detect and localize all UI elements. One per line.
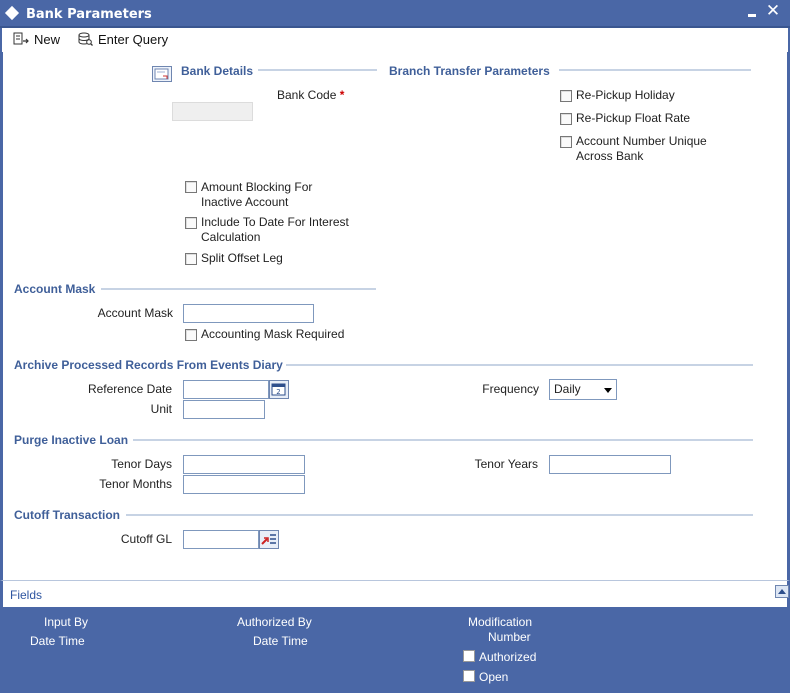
chevron-down-icon bbox=[604, 388, 612, 393]
tenor-days-label: Tenor Days bbox=[111, 457, 172, 471]
new-button-label: New bbox=[34, 31, 61, 47]
authorized-date-time-label: Date Time bbox=[253, 634, 308, 648]
cutoff-gl-label: Cutoff GL bbox=[120, 532, 172, 546]
required-marker: * bbox=[339, 88, 345, 102]
cutoff-transaction-title: Cutoff Transaction bbox=[14, 508, 121, 522]
tenor-months-input[interactable] bbox=[183, 475, 305, 494]
input-by-label: Input By bbox=[44, 615, 89, 629]
re-pickup-float-rate-label: Re-Pickup Float Rate bbox=[576, 111, 691, 125]
tenor-months-label: Tenor Months bbox=[99, 477, 172, 491]
toolbar: New Enter Query bbox=[0, 28, 790, 52]
frequency-label: Frequency bbox=[482, 382, 539, 396]
re-pickup-holiday-label: Re-Pickup Holiday bbox=[576, 88, 675, 102]
account-number-unique-label: Account Number Unique Across Bank bbox=[576, 134, 707, 163]
split-offset-leg-checkbox[interactable] bbox=[185, 253, 197, 265]
authorized-checkbox[interactable] bbox=[463, 650, 475, 662]
new-button[interactable]: New bbox=[13, 30, 60, 48]
close-button[interactable]: ✕ bbox=[765, 2, 781, 20]
collapse-up-icon[interactable] bbox=[775, 585, 789, 598]
input-date-time-label: Date Time bbox=[30, 634, 85, 648]
list-of-values-icon bbox=[261, 534, 276, 545]
audit-panel: Input By Date Time Authorized By Date Ti… bbox=[0, 607, 790, 693]
enter-query-label: Enter Query bbox=[98, 31, 169, 47]
authorized-by-label: Authorized By bbox=[237, 615, 312, 629]
bank-code-label: Bank Code * bbox=[277, 88, 345, 102]
frequency-selected-value: Daily bbox=[554, 382, 581, 396]
split-offset-leg-label: Split Offset Leg bbox=[201, 251, 283, 265]
account-mask-title: Account Mask bbox=[14, 282, 96, 296]
account-mask-input[interactable] bbox=[183, 304, 314, 323]
unit-label: Unit bbox=[150, 402, 172, 416]
accounting-mask-required-label: Accounting Mask Required bbox=[201, 327, 345, 341]
svg-text:2: 2 bbox=[276, 388, 280, 396]
authorized-label: Authorized bbox=[479, 650, 537, 664]
reference-date-input[interactable] bbox=[183, 380, 269, 399]
window-title-bar: Bank Parameters ✕ bbox=[0, 0, 790, 28]
account-number-unique-checkbox[interactable] bbox=[560, 136, 572, 148]
tenor-days-input[interactable] bbox=[183, 455, 305, 474]
app-diamond-icon bbox=[4, 5, 20, 21]
minimize-button[interactable] bbox=[745, 4, 759, 20]
cutoff-gl-lov-button[interactable] bbox=[259, 530, 279, 549]
accounting-mask-required-checkbox[interactable] bbox=[185, 329, 197, 341]
new-record-icon bbox=[13, 32, 29, 46]
cutoff-divider bbox=[126, 514, 753, 516]
bank-code-input[interactable] bbox=[172, 102, 253, 121]
amount-blocking-checkbox[interactable] bbox=[185, 181, 197, 193]
include-to-date-label: Include To Date For Interest Calculation bbox=[201, 215, 349, 244]
amount-blocking-label: Amount Blocking For Inactive Account bbox=[201, 180, 313, 209]
calendar-icon: 2 bbox=[271, 383, 286, 396]
branch-transfer-title: Branch Transfer Parameters bbox=[389, 64, 550, 78]
window-title: Bank Parameters bbox=[26, 7, 152, 22]
archive-title: Archive Processed Records From Events Di… bbox=[14, 358, 283, 372]
fields-link[interactable]: Fields bbox=[10, 588, 42, 602]
branch-transfer-divider bbox=[559, 69, 751, 71]
query-icon bbox=[77, 32, 93, 46]
bank-details-divider bbox=[258, 69, 377, 71]
account-mask-label: Account Mask bbox=[97, 306, 173, 320]
re-pickup-holiday-checkbox[interactable] bbox=[560, 90, 572, 102]
purge-divider bbox=[133, 439, 753, 441]
modification-number-label: Number bbox=[488, 630, 531, 644]
enter-query-button[interactable]: Enter Query bbox=[77, 30, 168, 48]
bank-details-icon[interactable] bbox=[152, 66, 172, 82]
calendar-button[interactable]: 2 bbox=[269, 380, 289, 399]
reference-date-label: Reference Date bbox=[87, 382, 172, 396]
bank-details-title: Bank Details bbox=[181, 64, 254, 78]
modification-label: Modification bbox=[468, 615, 533, 629]
frequency-select[interactable]: Daily bbox=[549, 379, 617, 400]
open-checkbox[interactable] bbox=[463, 670, 475, 682]
archive-divider bbox=[286, 364, 753, 366]
cutoff-gl-input[interactable] bbox=[183, 530, 259, 549]
tenor-years-label: Tenor Years bbox=[474, 457, 538, 471]
unit-input[interactable] bbox=[183, 400, 265, 419]
open-label: Open bbox=[479, 670, 509, 684]
re-pickup-float-rate-checkbox[interactable] bbox=[560, 113, 572, 125]
fields-bar: Fields bbox=[0, 580, 790, 607]
tenor-years-input[interactable] bbox=[549, 455, 671, 474]
account-mask-divider bbox=[101, 288, 376, 290]
include-to-date-checkbox[interactable] bbox=[185, 217, 197, 229]
purge-inactive-loan-title: Purge Inactive Loan bbox=[14, 433, 129, 447]
